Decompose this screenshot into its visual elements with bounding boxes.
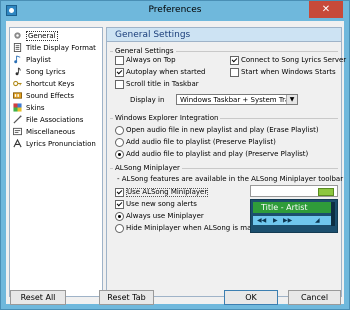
checkbox-box [115,56,124,65]
explorer-integration-group: Windows Explorer Integration Open audio … [110,114,338,163]
ok-button[interactable]: OK [224,290,278,305]
general-settings-group: General Settings Always on Top Autoplay … [110,47,346,113]
radio-label: Add audio file to playlist (Preserve Pla… [126,138,276,146]
nav-item-label: File Associations [26,116,84,124]
nav-item-playlist[interactable]: Playlist [13,55,101,65]
radio-button [115,126,124,135]
miniplayer-preview: Title - Artist ◀◀ ▶ ▶▶ ◢ [250,185,338,235]
music-note-icon [15,67,21,76]
title-bar[interactable]: Preferences ✕ [1,1,349,21]
nav-item-label: General [26,31,58,41]
radio-label: Always use Miniplayer [126,212,204,220]
checkbox-label: Start when Windows Starts [241,68,336,76]
nav-item-label: Title Display Format [26,44,96,52]
checkbox-label: Use ALSong Miniplayer [126,188,209,197]
gear-icon [14,32,21,39]
nav-item-file-associations[interactable]: File Associations [13,115,101,125]
nav-item-skins[interactable]: Skins [13,103,101,113]
checkbox-label: Autoplay when started [126,68,206,76]
select-value: Windows Taskbar + System Tray [180,96,294,104]
close-button[interactable]: ✕ [309,1,343,18]
group-title: Windows Explorer Integration [113,114,221,122]
playlist-icon [14,55,21,64]
nav-item-song-lyrics[interactable]: Song Lyrics [13,67,101,77]
nav-item-label: Lyrics Pronunciation [26,140,96,148]
nav-item-label: Miscellaneous [26,128,76,136]
checkbox-box [230,56,239,65]
radio-label: Open audio file in new playlist and play… [126,126,319,134]
skin-icon [13,103,22,112]
nav-item-miscellaneous[interactable]: Miscellaneous [13,127,101,137]
taskbar-strip [250,185,338,197]
pronunciation-icon [13,139,22,148]
keyboard-icon [13,80,22,87]
reset-tab-button[interactable]: Reset Tab [99,290,154,305]
checkbox-label: Scroll title in Taskbar [126,80,199,88]
speaker-icon [13,92,22,99]
checkbox-label: Connect to Song Lyrics Server [241,56,347,64]
nav-item-title-display-format[interactable]: Title Display Format [13,43,101,53]
nav-item-general[interactable]: General [13,31,101,41]
settings-nav: General Title Display Format Playlist So… [9,27,103,297]
nav-item-label: Shortcut Keys [26,80,75,88]
radio-button [115,224,124,233]
group-title: General Settings [113,47,176,55]
misc-icon [13,127,22,136]
radio-button [115,138,124,147]
reset-all-button[interactable]: Reset All [10,290,66,305]
nav-item-sound-effects[interactable]: Sound Effects [13,91,101,101]
volume-icon: ◢ [315,217,320,224]
nav-item-lyrics-pronunciation[interactable]: Lyrics Pronunciation [13,139,101,149]
settings-panel: General Settings General Settings Always… [106,27,346,297]
miniplayer-controls: ◀◀ ▶ ▶▶ ◢ [253,216,331,225]
miniplayer-scroll [331,202,335,226]
panel-title: General Settings [107,28,341,42]
file-association-icon [13,115,22,124]
display-in-label: Display in [130,96,165,104]
miniplayer-group: ALSong Miniplayer - ALSong features are … [110,164,343,249]
checkbox-box [230,68,239,77]
window-title: Preferences [148,5,202,15]
nav-item-label: Song Lyrics [26,68,66,76]
miniplayer-body: Title - Artist ◀◀ ▶ ▶▶ ◢ [250,199,338,233]
preferences-window: Preferences ✕ General Title Display Form… [0,0,350,310]
checkbox-box [115,68,124,77]
checkbox-label: Use new song alerts [126,200,197,208]
window-client: General Title Display Format Playlist So… [6,21,346,305]
checkbox-box [115,80,124,89]
indicator-icon [318,188,334,196]
miniplayer-title: Title - Artist [253,202,331,213]
nav-item-shortcut-keys[interactable]: Shortcut Keys [13,79,101,89]
chevron-down-icon: ▼ [286,95,297,104]
nav-item-label: Skins [26,104,45,112]
miniplayer-note: - ALSong features are available in the A… [117,175,344,183]
nav-item-label: Sound Effects [26,92,75,100]
radio-button [115,212,124,221]
next-icon: ▶▶ [283,217,293,224]
radio-label: Add audio file to playlist and play (Pre… [126,150,309,158]
checkbox-label: Always on Top [126,56,176,64]
prev-icon: ◀◀ [257,217,267,224]
checkbox-box [115,200,124,209]
nav-item-label: Playlist [26,56,51,64]
display-in-select[interactable]: Windows Taskbar + System Tray ▼ [176,94,298,105]
checkbox-box [115,188,124,197]
document-icon [13,43,22,52]
radio-button [115,150,124,159]
play-icon: ▶ [273,217,278,224]
cancel-button[interactable]: Cancel [288,290,341,305]
group-title: ALSong Miniplayer [113,164,182,172]
